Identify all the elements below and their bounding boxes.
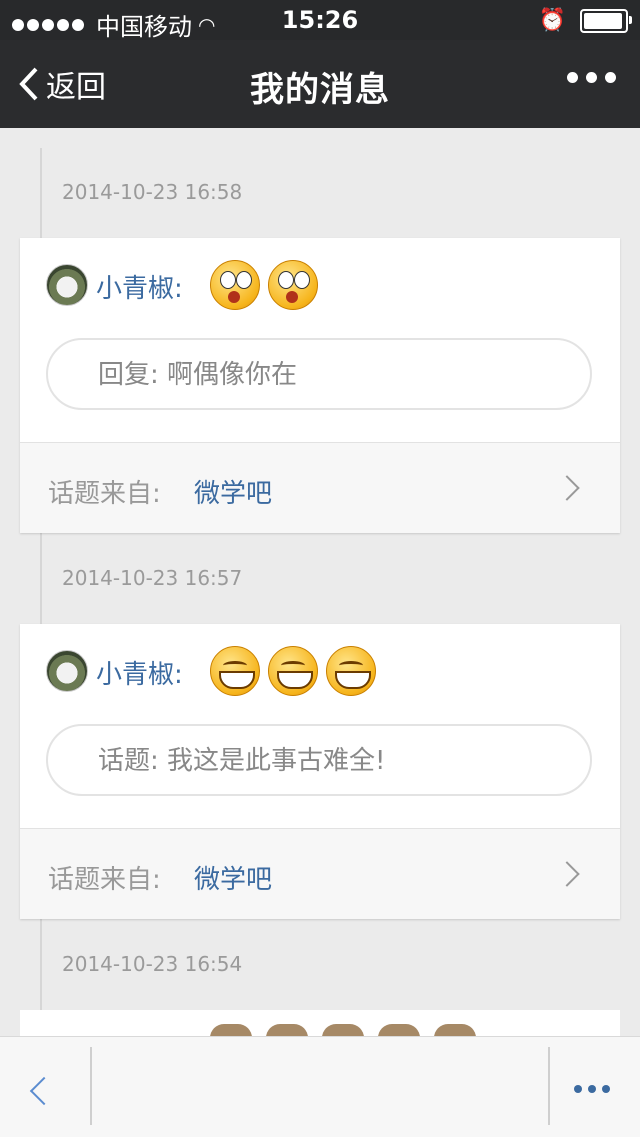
emoji-row xyxy=(210,646,376,696)
surprised-emoji-icon xyxy=(210,260,260,310)
chevron-right-icon xyxy=(554,475,580,501)
divider xyxy=(548,1047,550,1125)
status-right: ⏰ xyxy=(538,8,632,33)
source-name[interactable]: 微学吧 xyxy=(194,473,272,510)
emoji-row xyxy=(210,260,318,310)
grin-emoji-icon xyxy=(326,646,376,696)
message-time: 2014-10-23 16:58 xyxy=(62,180,243,204)
navigation-bar: 返回 我的消息 xyxy=(0,40,640,128)
chevron-right-icon xyxy=(554,861,580,887)
message-card[interactable]: 小青椒: 话题: 我这是此事古难全! 话题来自: 微学吧 xyxy=(20,624,620,919)
source-label: 话题来自: xyxy=(48,865,161,895)
divider xyxy=(90,1047,92,1125)
avatar[interactable] xyxy=(46,264,88,306)
back-arrow-icon[interactable] xyxy=(29,1076,59,1106)
more-options-icon[interactable] xyxy=(574,1085,610,1093)
message-content: 小青椒: 回复: 啊偶像你在 xyxy=(20,238,620,442)
topic-source-row[interactable]: 话题来自: 微学吧 xyxy=(20,442,620,533)
battery-icon xyxy=(580,8,632,33)
status-bar: 中国移动 ◠ 15:26 ⏰ xyxy=(0,0,640,41)
bottom-toolbar xyxy=(0,1036,640,1137)
more-menu-icon[interactable] xyxy=(567,72,616,83)
avatar[interactable] xyxy=(46,650,88,692)
topic-source-row[interactable]: 话题来自: 微学吧 xyxy=(20,828,620,919)
quoted-topic[interactable]: 话题: 我这是此事古难全! xyxy=(46,724,592,796)
message-card[interactable]: 小青椒: 回复: 啊偶像你在 话题来自: 微学吧 xyxy=(20,238,620,533)
surprised-emoji-icon xyxy=(268,260,318,310)
source-label: 话题来自: xyxy=(48,479,161,509)
username[interactable]: 小青椒: xyxy=(96,654,183,691)
quoted-reply[interactable]: 回复: 啊偶像你在 xyxy=(46,338,592,410)
message-time: 2014-10-23 16:57 xyxy=(62,566,243,590)
page-title: 我的消息 xyxy=(250,70,390,110)
grin-emoji-icon xyxy=(210,646,260,696)
message-content: 小青椒: 话题: 我这是此事古难全! xyxy=(20,624,620,828)
source-name[interactable]: 微学吧 xyxy=(194,859,272,896)
message-time: 2014-10-23 16:54 xyxy=(62,952,243,976)
username[interactable]: 小青椒: xyxy=(96,268,183,305)
grin-emoji-icon xyxy=(268,646,318,696)
alarm-icon: ⏰ xyxy=(538,8,566,33)
